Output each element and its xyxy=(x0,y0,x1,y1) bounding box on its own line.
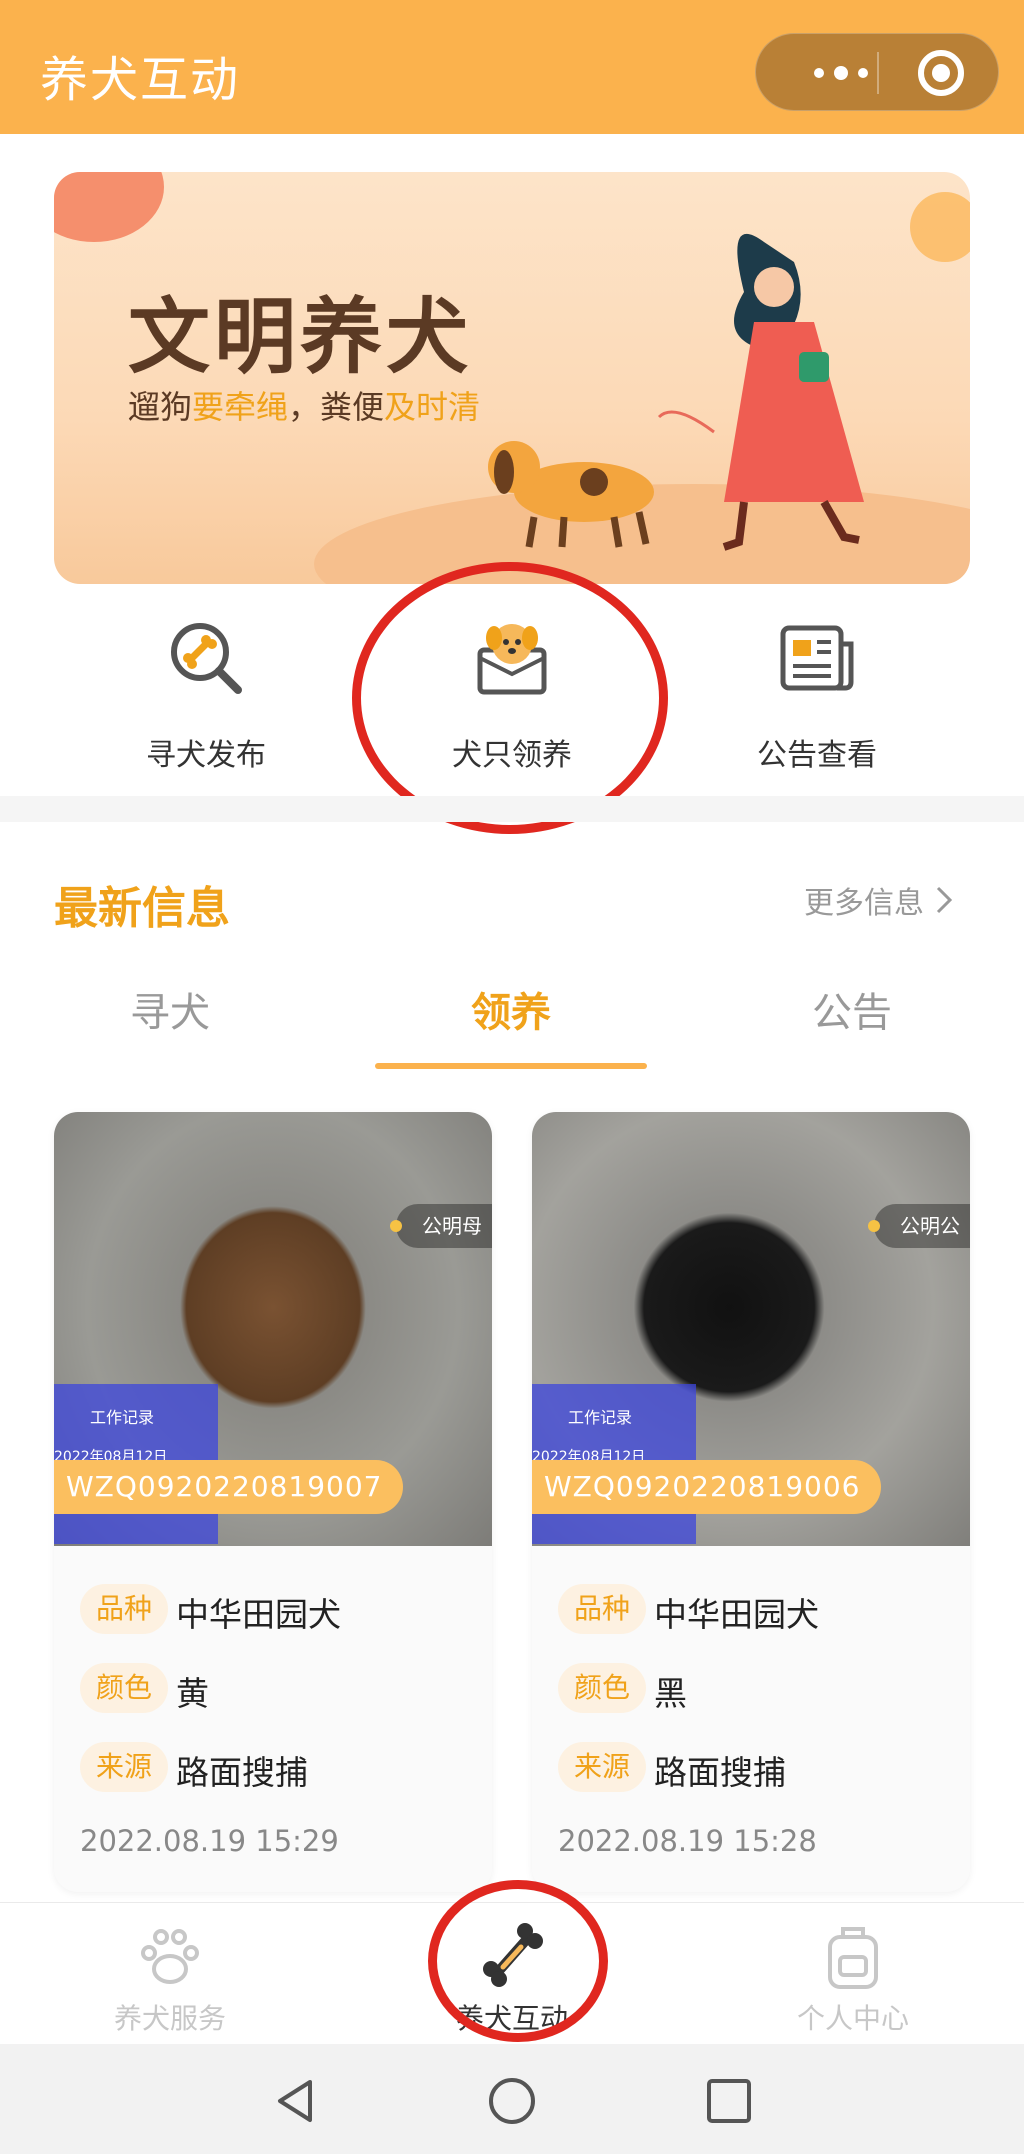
dog-photo: 公明母 工作记录 2022年08月12日 WZQ0920220819007 xyxy=(54,1112,492,1546)
info-row-source: 来源 路面搜捕 xyxy=(80,1742,480,1792)
color-value: 黑 xyxy=(654,1674,687,1713)
tabbar-label: 个人中心 xyxy=(796,2002,909,2035)
source-value: 路面搜捕 xyxy=(176,1753,308,1792)
source-value: 路面搜捕 xyxy=(654,1753,786,1792)
dog-code-badge: WZQ0920220819006 xyxy=(532,1460,881,1514)
color-tag: 颜色 xyxy=(80,1663,168,1713)
breed-value: 中华田园犬 xyxy=(654,1595,819,1634)
section-title: 最新信息 xyxy=(54,883,230,934)
chevron-right-icon xyxy=(936,886,953,914)
more-menu-button[interactable] xyxy=(786,34,896,112)
capsule-divider xyxy=(877,52,879,94)
watermark-chip: 公明母 xyxy=(390,1204,492,1248)
banner-title: 文明养犬 xyxy=(128,290,473,385)
more-info-link[interactable]: 更多信息 xyxy=(804,878,954,922)
home-circle-icon[interactable] xyxy=(487,2076,537,2126)
watermark-box-title: 工作记录 xyxy=(90,1408,155,1427)
watermark-chip: 公明公 xyxy=(868,1204,970,1248)
dot-icon xyxy=(858,68,868,78)
page-title: 养犬互动 xyxy=(40,52,241,108)
decor-blob xyxy=(54,172,164,242)
color-value: 黄 xyxy=(176,1674,209,1713)
tabbar-label: 养犬服务 xyxy=(113,2002,226,2035)
tab-notice[interactable]: 公告 xyxy=(752,980,952,1038)
menu-item-label: 公告查看 xyxy=(757,738,877,773)
tabbar-item-dog-service[interactable]: 养犬服务 xyxy=(60,1903,280,2045)
magnifier-bone-icon xyxy=(171,623,242,694)
dot-icon xyxy=(834,66,848,80)
post-date: 2022.08.19 15:28 xyxy=(558,1824,817,1858)
newspaper-icon xyxy=(780,625,854,691)
info-row-color: 颜色 黑 xyxy=(558,1663,958,1713)
back-triangle-icon[interactable] xyxy=(270,2076,320,2126)
menu-item-notice-view[interactable]: 公告查看 xyxy=(702,618,932,818)
tab-lost-dog[interactable]: 寻犬 xyxy=(70,980,270,1038)
system-nav-bar xyxy=(0,2044,1024,2154)
menu-item-label: 寻犬发布 xyxy=(146,738,266,773)
info-row-breed: 品种 中华田园犬 xyxy=(80,1584,480,1634)
active-tab-indicator xyxy=(375,1063,647,1069)
info-tabs: 寻犬 领养 公告 xyxy=(0,980,1024,1070)
info-row-source: 来源 路面搜捕 xyxy=(558,1742,958,1792)
info-row-breed: 品种 中华田园犬 xyxy=(558,1584,958,1634)
annotation-circle xyxy=(428,1880,608,2042)
breed-tag: 品种 xyxy=(80,1584,168,1634)
breed-tag: 品种 xyxy=(558,1584,646,1634)
more-info-label: 更多信息 xyxy=(804,886,924,921)
adoption-card[interactable]: 公明母 工作记录 2022年08月12日 WZQ0920220819007 品种… xyxy=(54,1112,492,1892)
source-tag: 来源 xyxy=(80,1742,168,1792)
breed-value: 中华田园犬 xyxy=(176,1595,341,1634)
dog-illustration xyxy=(488,441,654,548)
tabbar-item-personal-center[interactable]: 个人中心 xyxy=(743,1903,963,2045)
miniprogram-capsule xyxy=(755,33,999,111)
adoption-card[interactable]: 公明公 工作记录 2022年08月12日 WZQ0920220819006 品种… xyxy=(532,1112,970,1892)
dot-icon xyxy=(814,68,824,78)
watermark-box-title: 工作记录 xyxy=(568,1408,633,1427)
banner-subtitle: 遛狗要牵绳，粪便及时清 xyxy=(128,388,481,426)
annotation-circle xyxy=(352,562,668,834)
woman-walking-illustration xyxy=(657,233,864,551)
promo-banner[interactable]: 文明养犬 遛狗要牵绳，粪便及时清 xyxy=(54,172,970,584)
info-row-color: 颜色 黄 xyxy=(80,1663,480,1713)
close-miniprogram-icon[interactable] xyxy=(918,50,964,96)
section-divider xyxy=(0,796,1024,822)
tab-adoption[interactable]: 领养 xyxy=(411,980,611,1038)
recents-square-icon[interactable] xyxy=(704,2076,754,2126)
dog-photo: 公明公 工作记录 2022年08月12日 WZQ0920220819006 xyxy=(532,1112,970,1546)
app-header: 养犬互动 xyxy=(0,0,1024,134)
paw-icon xyxy=(141,1929,199,1984)
color-tag: 颜色 xyxy=(558,1663,646,1713)
backpack-icon xyxy=(828,1927,878,1989)
menu-item-lost-dog-post[interactable]: 寻犬发布 xyxy=(91,618,321,818)
source-tag: 来源 xyxy=(558,1742,646,1792)
dog-code-badge: WZQ0920220819007 xyxy=(54,1460,403,1514)
post-date: 2022.08.19 15:29 xyxy=(80,1824,339,1858)
